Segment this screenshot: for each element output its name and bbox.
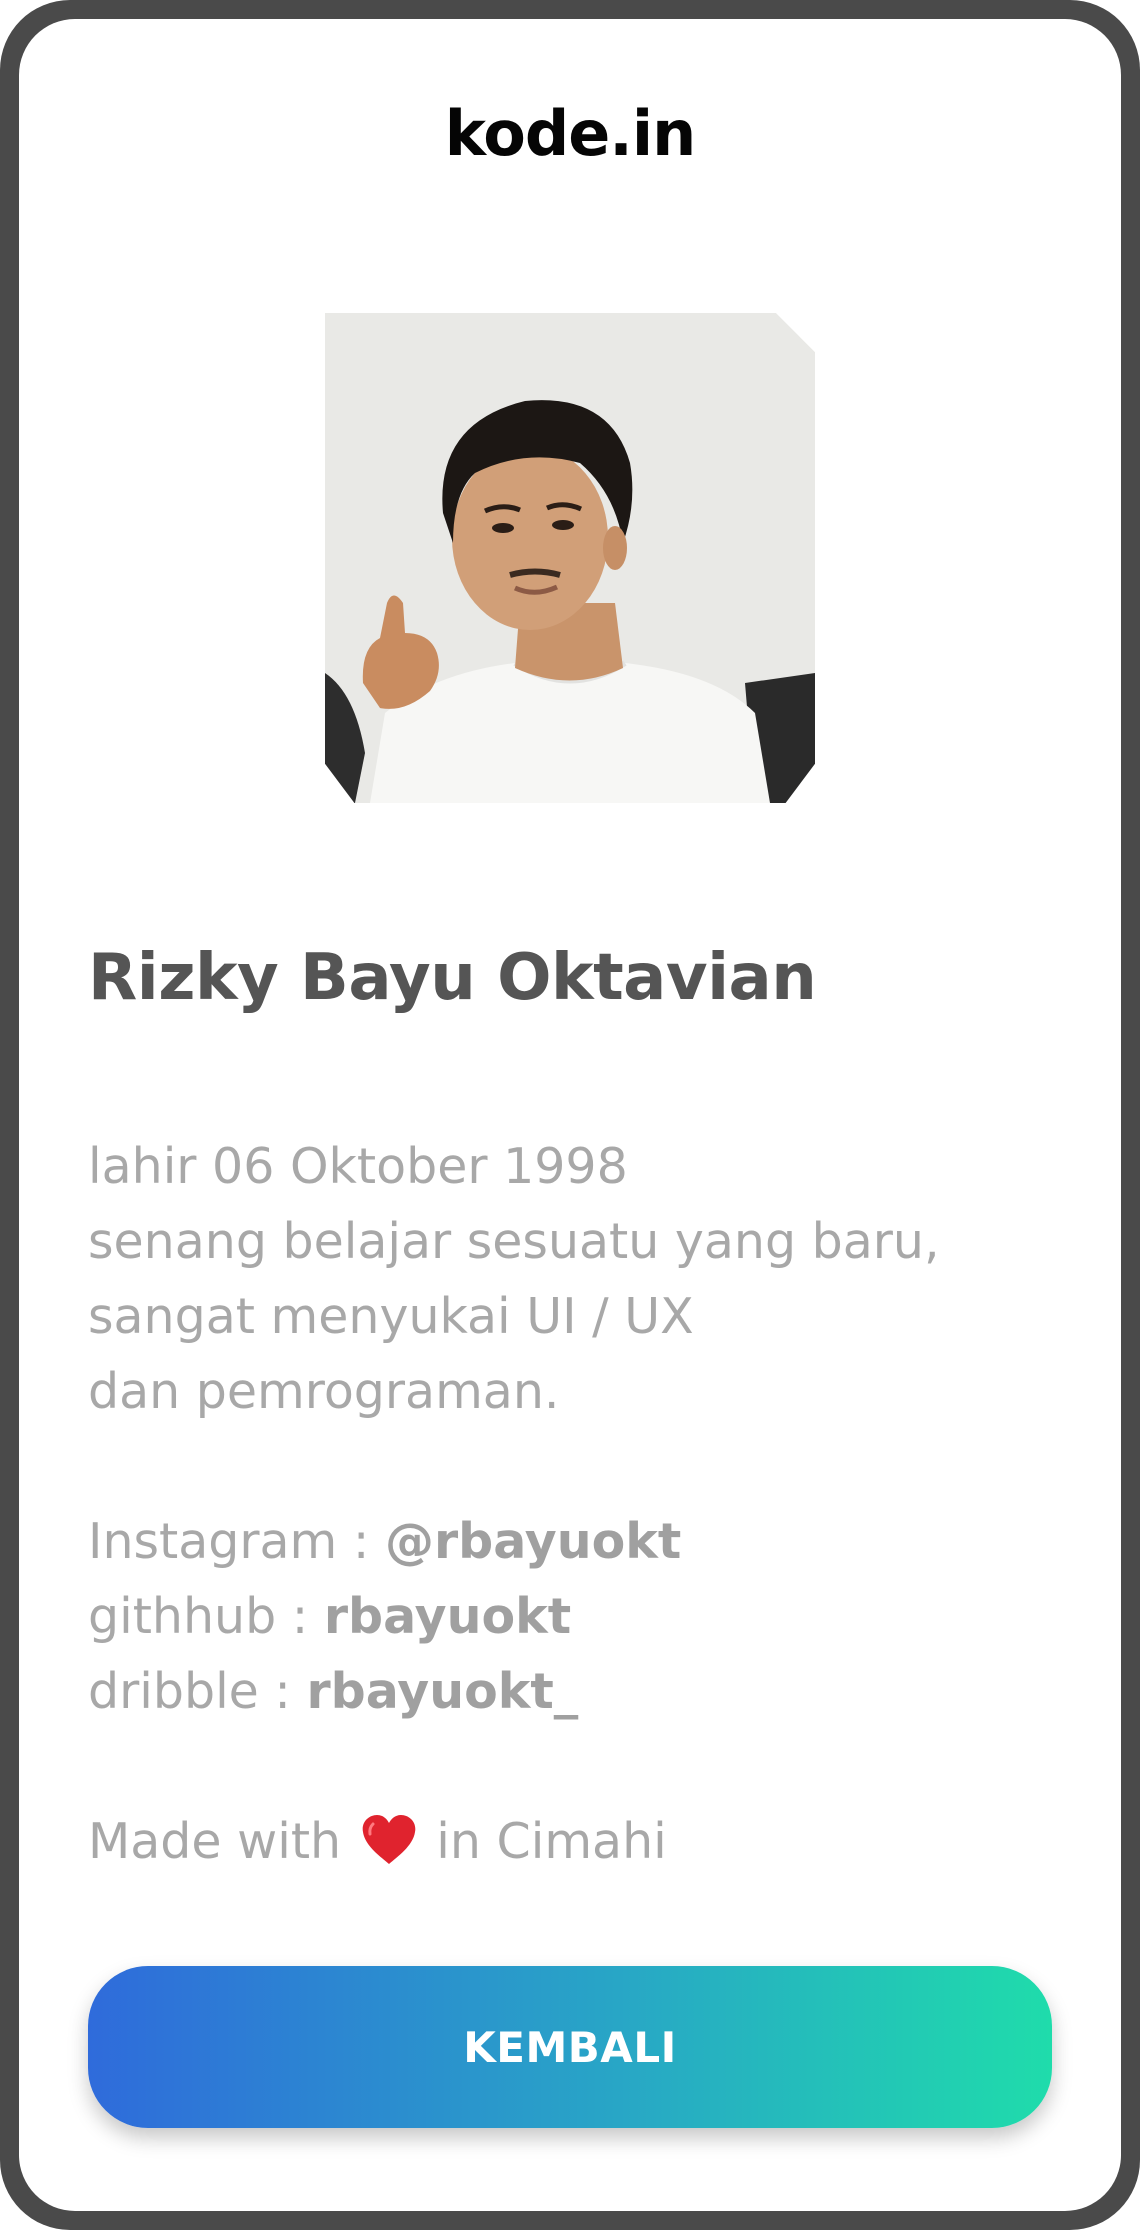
- social-handle: rbayuokt_: [306, 1663, 579, 1720]
- profile-name: Rizky Bayu Oktavian: [88, 941, 817, 1015]
- bio-line: lahir 06 Oktober 1998: [88, 1138, 628, 1195]
- social-handle: rbayuokt: [323, 1588, 572, 1645]
- bio-line: senang belajar sesuatu yang baru,: [88, 1213, 940, 1270]
- screen: kode.in Rizky Bayu Oktavian lahir 06 Okt…: [19, 19, 1121, 2211]
- profile-photo: [325, 313, 815, 803]
- bio-line: sangat menyukai UI / UX: [88, 1288, 694, 1345]
- app-brand: kode.in: [444, 97, 697, 170]
- made-with-footer: Made with in Cimahi: [88, 1804, 1088, 1879]
- social-github: githhub : rbayuokt: [88, 1579, 1088, 1654]
- profile-photo-image: [325, 313, 815, 803]
- device-frame: kode.in Rizky Bayu Oktavian lahir 06 Okt…: [0, 0, 1140, 2230]
- social-label: githhub :: [88, 1588, 324, 1645]
- back-button[interactable]: KEMBALI: [88, 1966, 1052, 2128]
- social-instagram: Instagram : @rbayuokt: [88, 1504, 1088, 1579]
- footer-prefix: Made with: [88, 1813, 342, 1870]
- social-label: dribble :: [88, 1663, 307, 1720]
- footer-suffix: in Cimahi: [436, 1813, 667, 1870]
- social-dribbble: dribble : rbayuokt_: [88, 1654, 1088, 1729]
- social-label: Instagram :: [88, 1513, 385, 1570]
- heart-icon: [362, 1815, 415, 1864]
- back-button-label: KEMBALI: [463, 2022, 677, 2072]
- social-handle: @rbayuokt: [384, 1513, 682, 1570]
- bio-line: dan pemrograman.: [88, 1363, 560, 1420]
- profile-bio: lahir 06 Oktober 1998 senang belajar ses…: [88, 1129, 1088, 1879]
